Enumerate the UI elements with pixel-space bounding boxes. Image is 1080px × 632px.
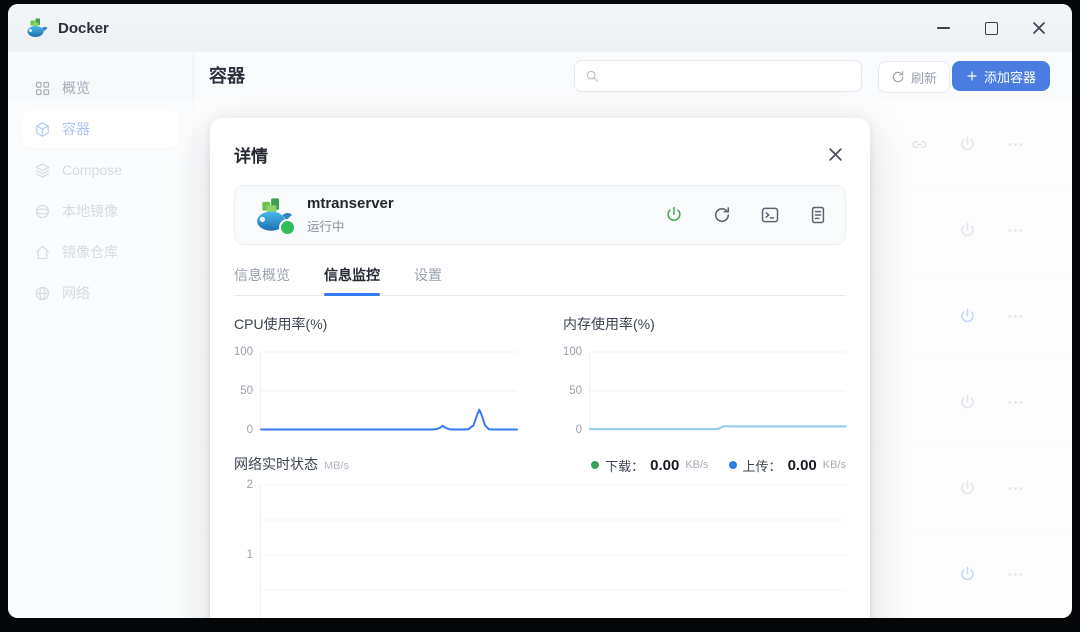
- tab-info-monitoring[interactable]: 信息监控: [324, 265, 380, 295]
- memory-y-axis: 050100: [563, 352, 589, 430]
- memory-line-chart: [590, 352, 846, 430]
- terminal-icon: [760, 205, 780, 225]
- container-name: mtranserver: [307, 195, 394, 214]
- memory-chart: 内存使用率(%) 050100: [563, 314, 846, 430]
- maximize-button[interactable]: [974, 15, 1008, 41]
- details-modal: 详情: [210, 118, 870, 618]
- app-window: Docker 概览: [8, 4, 1072, 618]
- restart-icon: [712, 205, 732, 225]
- download-legend: 下载： 0.00 KB/s: [591, 456, 708, 475]
- add-container-label: 添加容器: [984, 67, 1036, 86]
- network-line-chart: [261, 485, 846, 619]
- refresh-button[interactable]: 刷新: [878, 61, 950, 93]
- upload-unit: KB/s: [823, 459, 846, 471]
- main-area: 概览 容器 Compose 本地镜像: [8, 52, 1072, 618]
- app-title: Docker: [58, 20, 109, 37]
- modal-header: 详情: [234, 142, 846, 167]
- power-icon: [664, 205, 684, 225]
- logs-button[interactable]: [807, 204, 829, 226]
- restart-container-button[interactable]: [711, 204, 733, 226]
- upload-value: 0.00: [788, 457, 817, 474]
- network-section-header: 网络实时状态 MB/s 下载： 0.00 KB/s 上传： 0.00 KB/s: [234, 454, 846, 475]
- titlebar: Docker: [8, 4, 1072, 52]
- cpu-plot: [260, 352, 517, 430]
- upload-dot-icon: [729, 461, 737, 469]
- close-icon: [1032, 21, 1046, 35]
- minimize-button[interactable]: [926, 15, 960, 41]
- page-header: 容器 刷新 添加容器: [194, 52, 1072, 102]
- cpu-chart-title: CPU使用率(%): [234, 314, 517, 334]
- grid-icon: [34, 80, 51, 97]
- memory-plot: [589, 352, 846, 430]
- network-unit: MB/s: [324, 460, 349, 472]
- download-value: 0.00: [650, 457, 679, 474]
- charts-row: CPU使用率(%) 050100 内存使用率(%) 050100: [234, 314, 846, 430]
- container-status: 运行中: [307, 216, 394, 235]
- memory-chart-title: 内存使用率(%): [563, 314, 846, 334]
- window-controls: [926, 15, 1056, 41]
- tab-settings[interactable]: 设置: [414, 265, 442, 295]
- download-dot-icon: [591, 461, 599, 469]
- container-identity: mtranserver 运行中: [307, 195, 394, 235]
- maximize-icon: [985, 22, 998, 35]
- network-chart: 12: [234, 485, 846, 619]
- add-container-button[interactable]: 添加容器: [952, 61, 1050, 91]
- download-label: 下载：: [605, 456, 644, 475]
- cpu-line-chart: [261, 352, 517, 430]
- terminal-button[interactable]: [759, 204, 781, 226]
- tab-info-overview[interactable]: 信息概览: [234, 265, 290, 295]
- minimize-icon: [937, 27, 950, 29]
- sidebar-item-label: 概览: [62, 78, 90, 98]
- container-card: mtranserver 运行中: [234, 185, 846, 245]
- cpu-chart: CPU使用率(%) 050100: [234, 314, 517, 430]
- refresh-icon: [891, 70, 905, 84]
- refresh-label: 刷新: [911, 68, 937, 87]
- status-dot: [279, 219, 296, 236]
- network-legend: 下载： 0.00 KB/s 上传： 0.00 KB/s: [591, 456, 846, 475]
- container-actions: [663, 204, 829, 226]
- search-icon: [585, 69, 599, 83]
- page-title: 容器: [209, 62, 245, 88]
- modal-tabs: 信息概览 信息监控 设置: [234, 265, 846, 296]
- docker-whale-logo: [24, 16, 48, 40]
- modal-title: 详情: [234, 142, 268, 167]
- close-icon: [828, 147, 843, 162]
- stop-container-button[interactable]: [663, 204, 685, 226]
- plus-icon: [966, 70, 978, 82]
- close-modal-button[interactable]: [824, 144, 846, 166]
- network-y-axis: 12: [234, 485, 260, 619]
- network-plot: [260, 485, 846, 619]
- search-input[interactable]: [574, 60, 862, 92]
- download-unit: KB/s: [685, 459, 708, 471]
- container-avatar: [251, 194, 293, 236]
- network-title: 网络实时状态: [234, 454, 318, 474]
- upload-legend: 上传： 0.00 KB/s: [729, 456, 846, 475]
- upload-label: 上传：: [743, 456, 782, 475]
- cpu-y-axis: 050100: [234, 352, 260, 430]
- close-window-button[interactable]: [1022, 15, 1056, 41]
- document-icon: [808, 205, 828, 225]
